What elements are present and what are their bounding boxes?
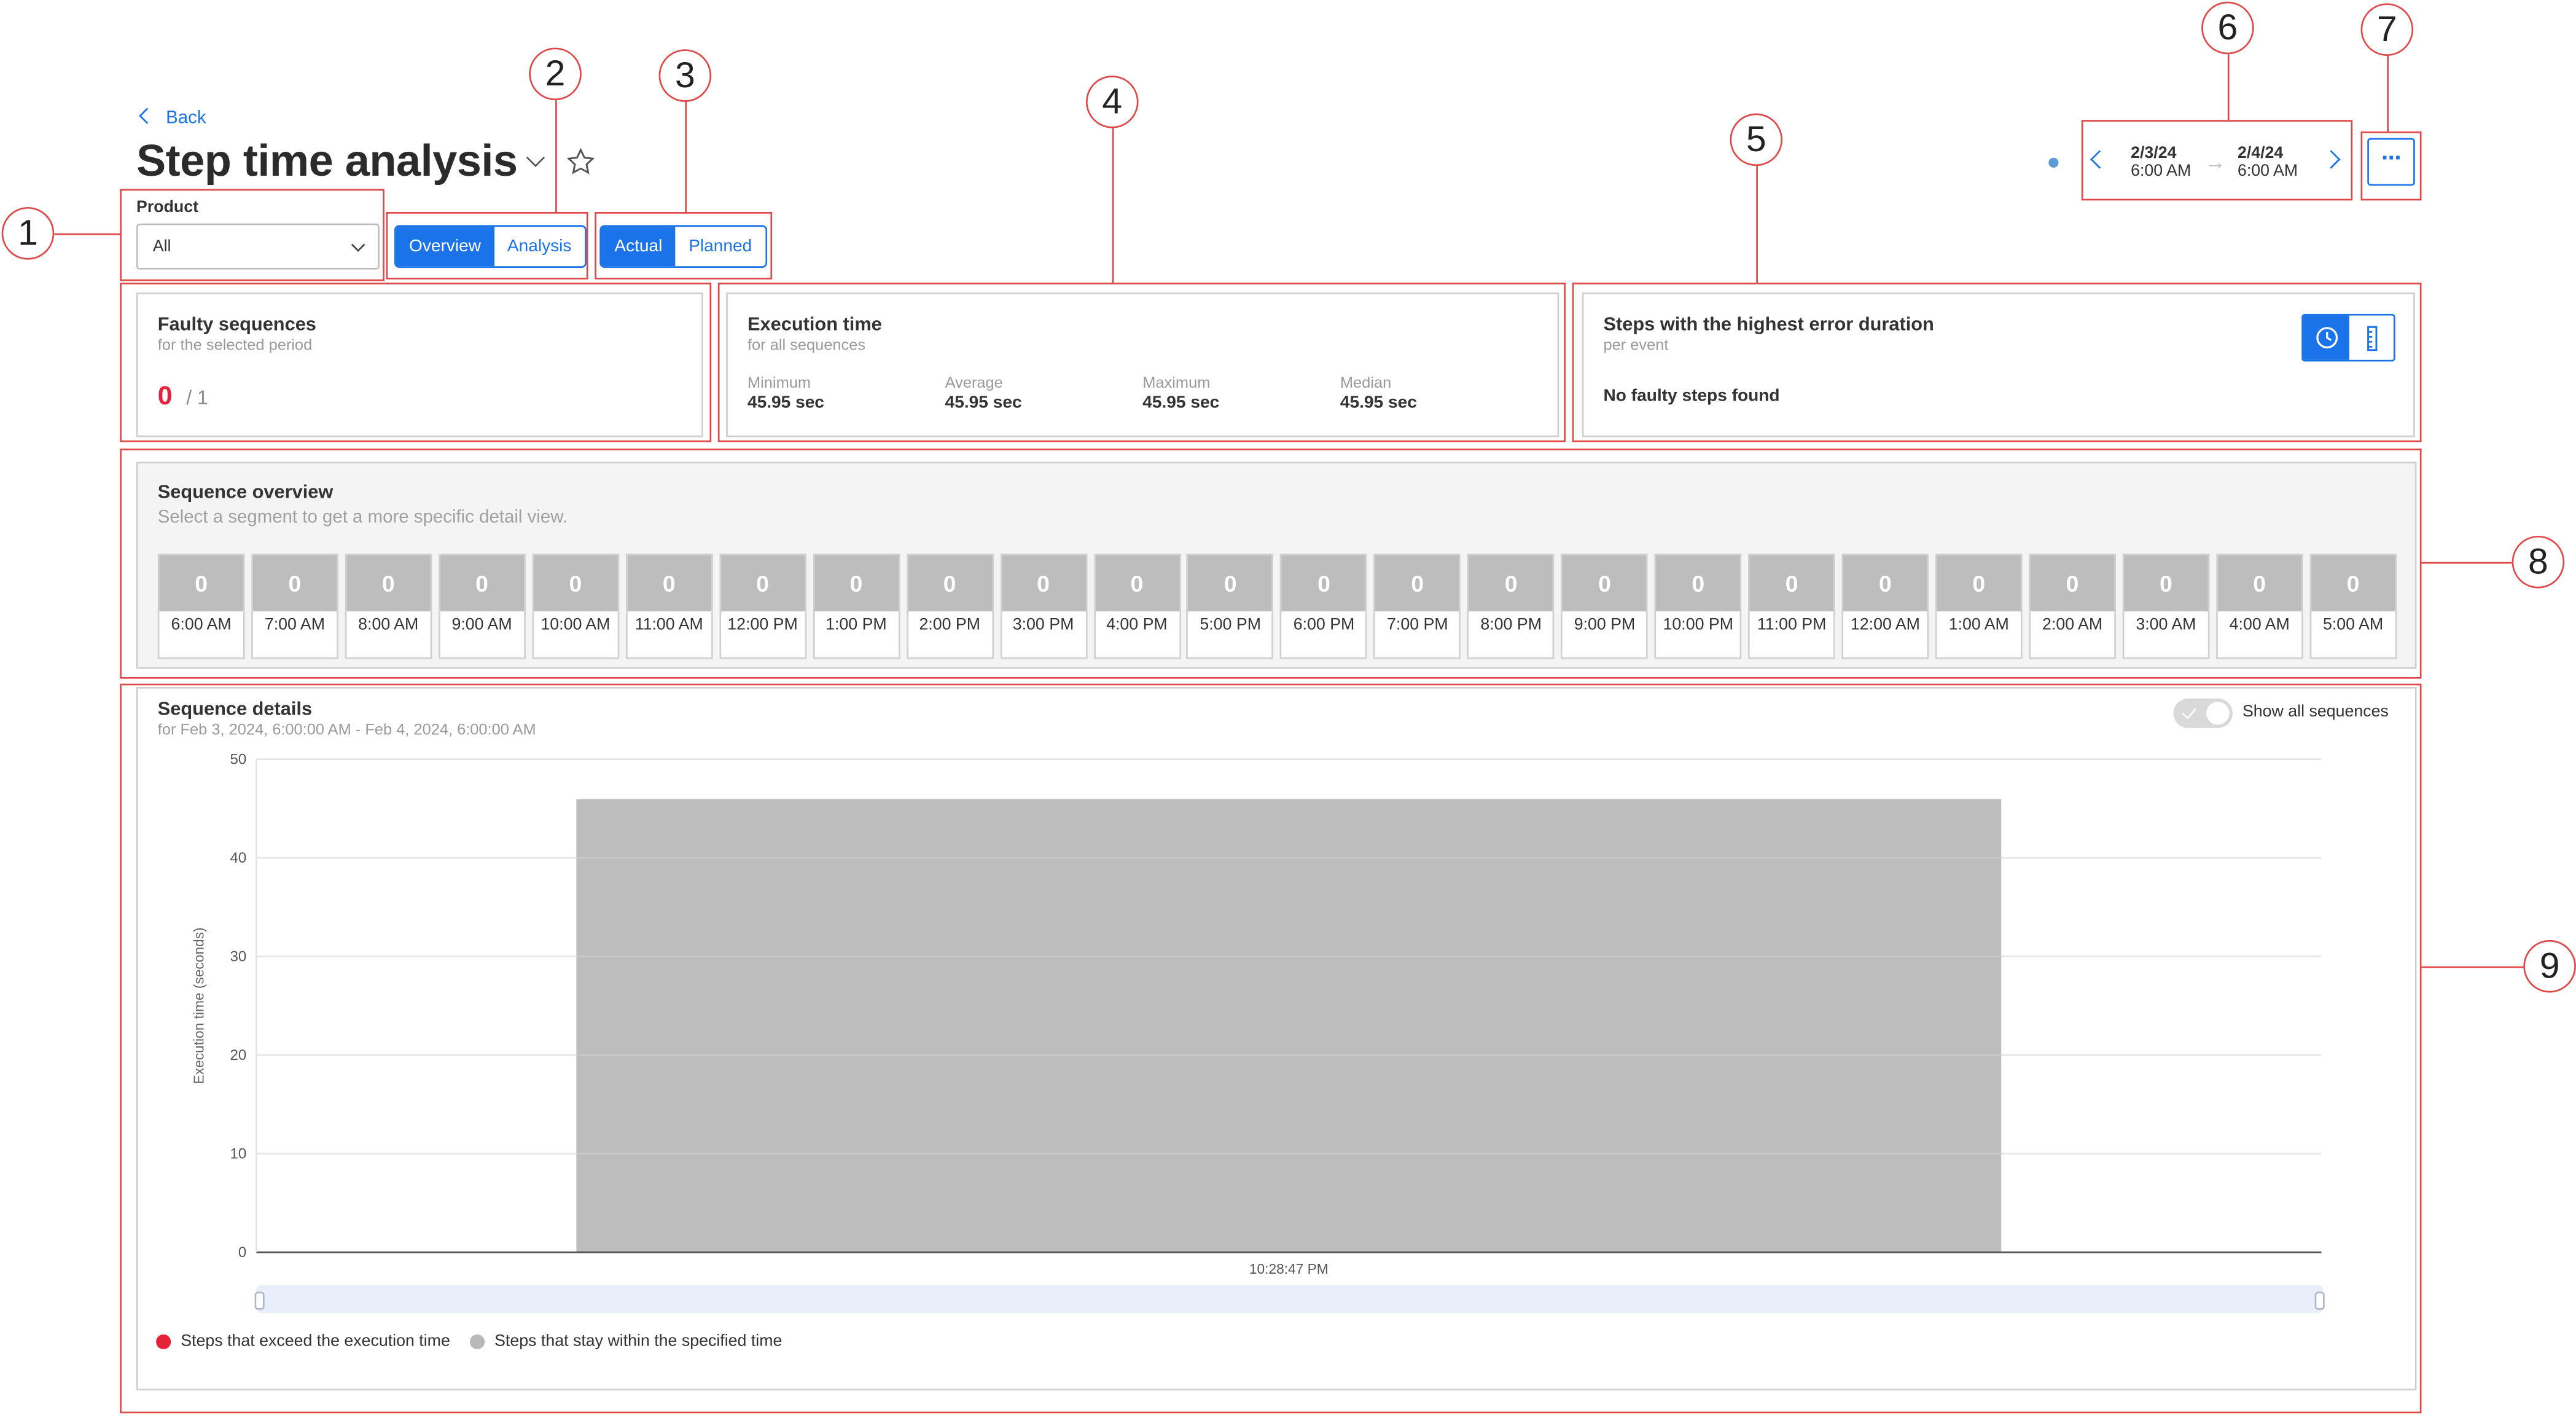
leader-line-3 [685, 101, 687, 213]
annotation-box-3 [595, 212, 773, 280]
leader-line-5 [1756, 166, 1758, 283]
annotation-box-6 [2081, 120, 2353, 201]
leader-line-8 [2421, 562, 2512, 564]
annotation-box-9 [120, 683, 2422, 1414]
annotation-box-8 [120, 449, 2422, 679]
leader-line-4 [1112, 128, 1114, 283]
annotation-callout-4: 4 [1085, 76, 1139, 128]
annotation-callout-3: 3 [658, 49, 712, 102]
leader-line-6 [2227, 54, 2230, 120]
annotation-callout-1: 1 [1, 207, 55, 260]
annotation-box-7 [2360, 131, 2422, 201]
leader-line-2 [555, 100, 557, 213]
annotation-callout-2: 2 [529, 47, 582, 101]
annotation-callout-9: 9 [2523, 939, 2576, 993]
annotation-box-4 [717, 283, 1566, 442]
annotation-callout-5: 5 [1730, 113, 1783, 167]
annotation-box-faulty [120, 283, 712, 442]
annotation-box-5 [1572, 283, 2422, 442]
leader-line-7 [2387, 55, 2389, 131]
annotation-box-2 [386, 212, 588, 280]
annotation-callout-7: 7 [2360, 3, 2414, 56]
leader-line-1 [54, 233, 120, 235]
annotation-callout-6: 6 [2201, 1, 2254, 55]
leader-line-9 [2421, 966, 2524, 968]
annotation-callout-8: 8 [2512, 535, 2565, 589]
annotation-box-1 [120, 189, 384, 281]
